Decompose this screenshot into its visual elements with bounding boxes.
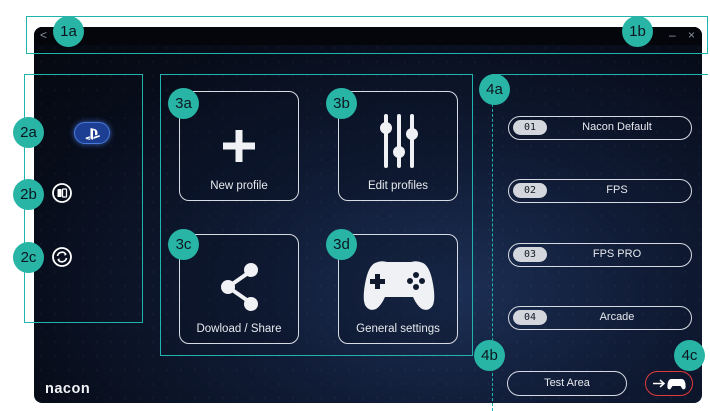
profile-number: 02 [513, 183, 547, 198]
annotation-badge-1b: 1b [622, 16, 653, 47]
profile-name: FPS [606, 184, 628, 196]
apply-to-controller-button[interactable] [645, 371, 693, 396]
sidebar-item-playstation[interactable] [74, 122, 110, 144]
profile-item-3[interactable]: 03 FPS PRO [508, 243, 692, 267]
profile-item-4[interactable]: 04 Arcade [508, 306, 692, 330]
profile-number: 03 [513, 247, 547, 262]
test-area-button[interactable]: Test Area [507, 371, 627, 396]
plus-icon [223, 130, 255, 162]
annotation-badge-3c: 3c [168, 229, 199, 260]
edit-profiles-label: Edit profiles [367, 180, 429, 192]
profile-item-1[interactable]: 01 Nacon Default [508, 116, 692, 140]
profile-item-2[interactable]: 02 FPS [508, 179, 692, 203]
nacon-logo: nacon [45, 381, 91, 397]
equalizer-icon [380, 114, 418, 168]
arrow-to-controller-icon [653, 378, 686, 390]
profile-name: FPS PRO [592, 248, 642, 260]
new-profile-label: New profile [210, 180, 268, 192]
general-settings-tile[interactable]: General settings [338, 234, 458, 344]
gamepad-icon [363, 261, 435, 310]
profile-name: Nacon Default [582, 121, 652, 133]
download-share-label: Dowload / Share [196, 323, 282, 335]
annotation-badge-4b: 4b [474, 340, 505, 371]
annotation-badge-3d: 3d [326, 229, 357, 260]
annotation-badge-2c: 2c [13, 242, 44, 273]
annotation-badge-2a: 2a [13, 117, 44, 148]
general-settings-label: General settings [356, 323, 440, 335]
annotation-badge-2b: 2b [13, 179, 44, 210]
annotation-frame-profiles-top [492, 74, 708, 75]
sync-icon[interactable] [52, 247, 72, 267]
annotation-badge-3b: 3b [326, 88, 357, 119]
device-icon[interactable] [52, 183, 72, 203]
profile-name: Arcade [599, 311, 635, 323]
annotation-badge-4c: 4c [674, 340, 705, 371]
annotation-badge-4a: 4a [479, 74, 510, 105]
screenshot: < – × New profile Edit profiles Dowload … [0, 0, 710, 411]
profile-number: 04 [513, 310, 547, 325]
playstation-icon [85, 128, 101, 140]
share-icon [221, 263, 258, 311]
annotation-badge-3a: 3a [168, 88, 199, 119]
annotation-badge-1a: 1a [53, 16, 84, 47]
profile-number: 01 [513, 120, 547, 135]
annotation-frame-titlebar [26, 16, 708, 54]
